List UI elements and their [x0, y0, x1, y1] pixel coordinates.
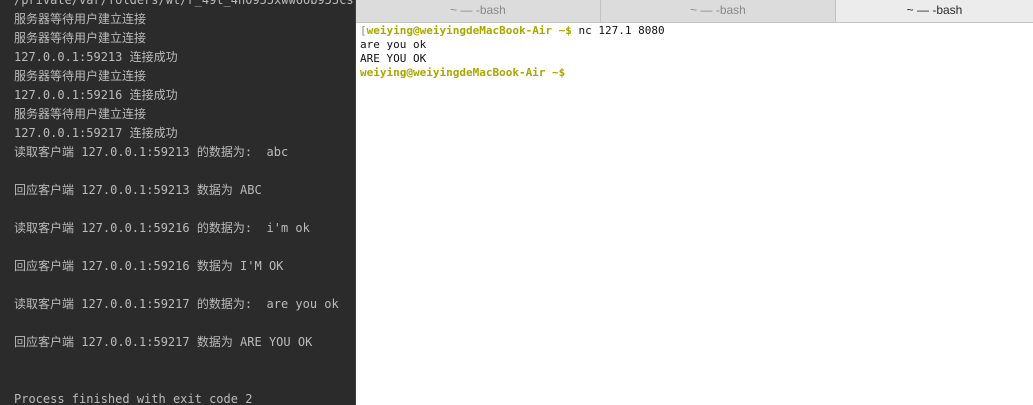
console-line: /private/var/folders/wt/r_49t_4h0955xww6…: [14, 0, 354, 7]
console-line: 读取客户端 127.0.0.1:59217 的数据为: are you ok: [14, 297, 339, 311]
console-line: 127.0.0.1:59217 连接成功: [14, 126, 178, 140]
ide-run-console[interactable]: /private/var/folders/wt/r_49t_4h0955xww6…: [0, 0, 356, 405]
terminal-prompt-line: weiying@weiyingdeMacBook-Air ~$: [360, 66, 1030, 80]
terminal-command-line: [weiying@weiyingdeMacBook-Air ~$ nc 127.…: [360, 24, 1030, 38]
console-line: 读取客户端 127.0.0.1:59216 的数据为: i'm ok: [14, 221, 310, 235]
console-line: 回应客户端 127.0.0.1:59216 数据为 I'M OK: [14, 259, 284, 273]
shell-prompt: weiying@weiyingdeMacBook-Air ~$: [360, 66, 566, 79]
terminal-output-line: are you ok: [360, 38, 427, 51]
terminal-tab-bar: ~ — -bash ~ — -bash ~ — -bash: [356, 0, 1033, 23]
console-line: 读取客户端 127.0.0.1:59213 的数据为: abc: [14, 145, 289, 159]
terminal-tab-3-active[interactable]: ~ — -bash: [835, 0, 1033, 22]
terminal-window[interactable]: ~ — -bash ~ — -bash ~ — -bash [weiying@w…: [356, 0, 1033, 405]
line-marker: [: [360, 24, 367, 37]
terminal-tab-2[interactable]: ~ — -bash: [600, 0, 835, 22]
terminal-tab-1[interactable]: ~ — -bash: [356, 0, 600, 22]
screen: /private/var/folders/wt/r_49t_4h0955xww6…: [0, 0, 1033, 405]
console-line: 回应客户端 127.0.0.1:59217 数据为 ARE YOU OK: [14, 335, 313, 349]
console-line: 服务器等待用户建立连接: [14, 107, 147, 121]
console-line: 服务器等待用户建立连接: [14, 31, 147, 45]
terminal-output-line: ARE YOU OK: [360, 52, 427, 65]
process-exit-message: Process finished with exit code 2: [14, 392, 253, 405]
console-line: 服务器等待用户建立连接: [14, 12, 147, 26]
console-output: /private/var/folders/wt/r_49t_4h0955xww6…: [14, 0, 354, 405]
console-line: 服务器等待用户建立连接: [14, 69, 147, 83]
shell-prompt: weiying@weiyingdeMacBook-Air ~$: [366, 24, 572, 37]
console-line: 127.0.0.1:59213 连接成功: [14, 50, 178, 64]
terminal-output[interactable]: [weiying@weiyingdeMacBook-Air ~$ nc 127.…: [360, 24, 1030, 80]
console-line: 127.0.0.1:59216 连接成功: [14, 88, 178, 102]
console-line: 回应客户端 127.0.0.1:59213 数据为 ABC: [14, 183, 262, 197]
command-text: nc 127.1 8080: [571, 24, 665, 37]
